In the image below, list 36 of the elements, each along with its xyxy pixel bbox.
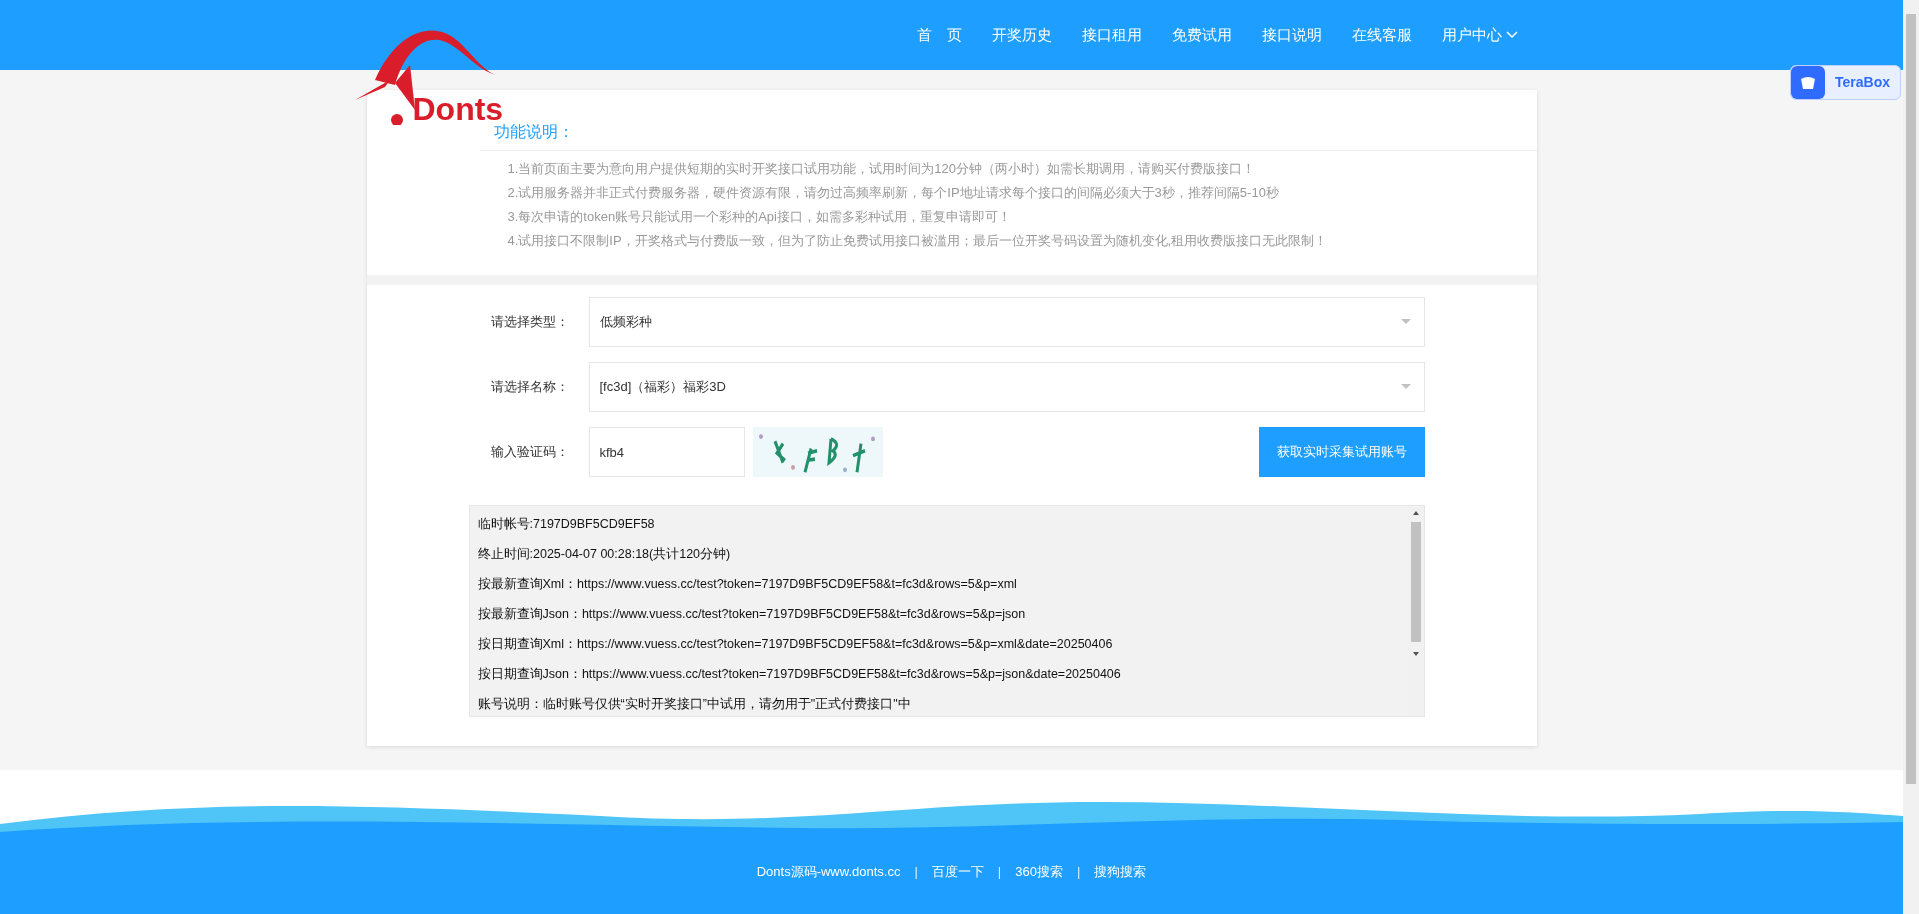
form-label: 请选择类型： bbox=[489, 313, 570, 332]
footer-separator: | bbox=[1075, 863, 1082, 882]
get-account-button[interactable]: 获取实时采集试用账号 bbox=[1258, 427, 1425, 477]
terabox-button[interactable]: TeraBox bbox=[1790, 65, 1901, 100]
section-title: 功能说明： bbox=[493, 123, 574, 140]
result-line: 账号说明：临时账号仅供“实时开奖接口”中试用，请勿用于"正式付费接口"中 bbox=[477, 696, 912, 713]
nav-link[interactable]: 开奖历史 bbox=[976, 23, 1067, 47]
select-field[interactable]: 低频彩种 bbox=[588, 297, 1425, 347]
footer-link[interactable]: 百度一下 bbox=[931, 862, 984, 882]
result-line: 按日期查询Xml：https://www.vuess.cc/test?token=7197D9BF5CD9EF58&t=fc3d&rows=5&p=xml&date=20250406 bbox=[477, 636, 1114, 653]
result-textarea[interactable] bbox=[468, 505, 1425, 717]
footer-link[interactable]: Donts源码-www.donts.cc bbox=[756, 862, 901, 882]
result-line: 按日期查询Json：https://www.vuess.cc/test?token=7197D9BF5CD9EF58&t=fc3d&rows=5&p=json&date=20250406 bbox=[477, 666, 1122, 683]
nav-link[interactable]: 接口租用 bbox=[1066, 23, 1157, 47]
result-line: 终止时间:2025-04-07 00:28:18(共计120分钟) bbox=[477, 546, 732, 563]
footer-link[interactable]: 360搜索 bbox=[1015, 862, 1063, 882]
nav-link[interactable]: 首 页 bbox=[901, 23, 977, 47]
nav-link[interactable]: 用户中心 bbox=[1426, 23, 1533, 47]
notice-text: 1.当前页面主要为意向用户提供短期的实时开奖接口试用功能，试用时间为120分钟（两小时）如需长期调用，请购买付费版接口！ bbox=[507, 160, 1257, 178]
logo-text: Donts bbox=[412, 93, 504, 125]
nav-link[interactable]: 免费试用 bbox=[1156, 23, 1247, 47]
form-label: 输入验证码： bbox=[489, 443, 570, 462]
captcha-input[interactable]: kfb4 bbox=[588, 427, 745, 477]
form-label: 请选择名称： bbox=[489, 378, 570, 397]
result-line: 按最新查询Xml：https://www.vuess.cc/test?token=7197D9BF5CD9EF58&t=fc3d&rows=5&p=xml bbox=[477, 576, 1018, 593]
caret-icon bbox=[1399, 383, 1412, 391]
footer-separator: | bbox=[913, 863, 919, 882]
nav-link[interactable]: 在线客服 bbox=[1336, 23, 1427, 47]
notice-text: 2.试用服务器并非正式付费服务器，硬件资源有限，请勿过高频率刷新，每个IP地址请求每个接口的间隔必须大于3秒，推荐间隔5-10秒 bbox=[507, 184, 1280, 202]
select-field[interactable]: [fc3d]（福彩）福彩3D bbox=[588, 362, 1425, 412]
nav-link[interactable]: 接口说明 bbox=[1246, 23, 1337, 47]
footer-link[interactable]: 搜狗搜索 bbox=[1094, 862, 1147, 882]
footer-separator: | bbox=[996, 863, 1003, 882]
caret-icon bbox=[1399, 318, 1412, 326]
result-line: 按最新查询Json：https://www.vuess.cc/test?token=7197D9BF5CD9EF58&t=fc3d&rows=5&p=json bbox=[477, 606, 1027, 623]
result-line: 临时帐号:7197D9BF5CD9EF58 bbox=[477, 516, 656, 533]
